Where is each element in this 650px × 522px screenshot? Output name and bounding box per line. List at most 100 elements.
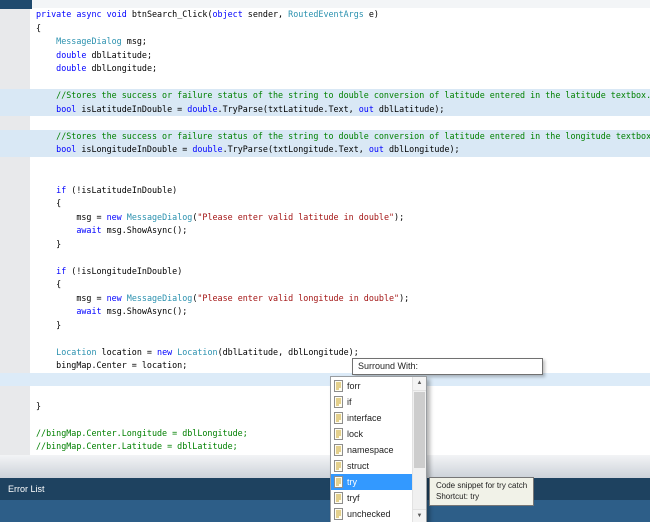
code-token: MessageDialog [56, 36, 122, 46]
snippet-item-label: tryf [347, 493, 360, 503]
code-line[interactable]: //Stores the success or failure status o… [0, 129, 650, 143]
code-line[interactable]: { [0, 197, 650, 211]
snippet-item-interface[interactable]: interface [331, 410, 413, 426]
code-line[interactable]: private async void btnSearch_Click(objec… [0, 8, 650, 22]
code-line[interactable]: if (!isLatitudeInDouble) [0, 184, 650, 198]
snippet-item-struct[interactable]: struct [331, 458, 413, 474]
code-line[interactable] [0, 251, 650, 265]
code-token: Location [56, 346, 97, 357]
code-line[interactable]: bool isLatitudeInDouble = double.TryPars… [0, 102, 650, 116]
code-token: new [106, 211, 122, 222]
code-token: } [36, 400, 42, 411]
code-token: dblLatitude); [373, 103, 445, 114]
code-token: async [76, 9, 102, 19]
code-line[interactable]: msg = new MessageDialog("Please enter va… [0, 292, 650, 306]
snippet-list[interactable]: forr if interface lock namespace struct try try… [330, 376, 427, 522]
snippet-item-label: if [347, 397, 352, 407]
code-token: RoutedEventArgs [288, 9, 364, 19]
code-line[interactable] [0, 386, 650, 400]
code-token: { [36, 22, 42, 33]
code-token: "Please enter valid longitude in double" [197, 292, 400, 303]
code-line[interactable] [0, 372, 650, 386]
code-line[interactable] [0, 157, 650, 171]
snippet-item-try[interactable]: try [331, 474, 413, 490]
code-line[interactable]: { [0, 22, 650, 36]
snippet-item-lock[interactable]: lock [331, 426, 413, 442]
code-token: msg.ShowAsync(); [101, 306, 188, 316]
snippet-icon [333, 508, 344, 520]
tooltip-description: Code snippet for try catch [436, 481, 528, 490]
code-line[interactable]: await msg.ShowAsync(); [0, 224, 650, 238]
code-token: ); [399, 292, 410, 303]
code-token: dblLatitude; [86, 49, 152, 60]
code-line[interactable]: Location location = new Location(dblLati… [0, 346, 650, 360]
surround-with-label: Surround With: [352, 358, 543, 375]
code-editor[interactable]: private async void btnSearch_Click(objec… [0, 0, 650, 455]
snippet-item-tryf[interactable]: tryf [331, 490, 413, 506]
code-line[interactable]: //bingMap.Center.Latitude = dblLatitude; [0, 440, 650, 454]
code-token: } [36, 319, 62, 330]
code-token: e) [363, 9, 379, 19]
code-token: isLongitudeInDouble = [76, 144, 193, 154]
code-token: double [187, 103, 218, 114]
code-line[interactable]: msg = new MessageDialog("Please enter va… [0, 211, 650, 225]
snippet-icon [333, 380, 344, 392]
code-token: await [76, 225, 102, 235]
code-token: msg = [36, 211, 107, 222]
code-token: //bingMap.Center.Latitude = dblLatitude; [36, 441, 238, 451]
code-token: new [106, 292, 122, 303]
code-line[interactable] [0, 332, 650, 346]
scroll-down-arrow-icon[interactable]: ▼ [413, 509, 426, 522]
scrollbar-thumb[interactable] [414, 392, 425, 468]
code-token: ); [394, 211, 405, 222]
code-line[interactable]: //Stores the success or failure status o… [0, 89, 650, 103]
code-token: (!isLatitudeInDouble) [66, 184, 178, 195]
snippet-item-unchecked[interactable]: unchecked [331, 506, 413, 522]
code-token: msg; [121, 36, 147, 46]
code-line[interactable]: } [0, 238, 650, 252]
error-list-panel-header[interactable]: Error List [0, 478, 650, 500]
code-line[interactable] [0, 413, 650, 427]
status-bar [0, 500, 650, 522]
code-line[interactable]: bingMap.Center = location; [0, 359, 650, 373]
code-line[interactable]: await msg.ShowAsync(); [0, 305, 650, 319]
code-line[interactable]: { [0, 278, 650, 292]
code-line[interactable]: } [0, 319, 650, 333]
code-line[interactable] [0, 170, 650, 184]
code-line[interactable] [0, 76, 650, 90]
snippet-list-scrollbar[interactable]: ▲ ▼ [412, 377, 426, 522]
code-line[interactable]: //bingMap.Center.Longitude = dblLongitud… [0, 427, 650, 441]
code-token: if [56, 265, 67, 276]
code-token: sender, [242, 9, 289, 19]
code-token: object [212, 9, 243, 19]
snippet-item-forr[interactable]: forr [331, 378, 413, 394]
snippet-tooltip: Code snippet for try catch Shortcut: try [429, 477, 535, 506]
tooltip-shortcut: Shortcut: try [436, 492, 480, 501]
snippet-item-namespace[interactable]: namespace [331, 442, 413, 458]
code-token: dblLongitude); [383, 144, 460, 154]
code-line[interactable]: bool isLongitudeInDouble = double.TryPar… [0, 143, 650, 157]
snippet-icon [333, 396, 344, 408]
snippet-item-label: lock [347, 429, 364, 439]
code-line[interactable]: if (!isLongitudeInDouble) [0, 265, 650, 279]
code-line[interactable]: MessageDialog msg; [0, 35, 650, 49]
code-token: if [56, 184, 67, 195]
code-line[interactable]: double dblLongitude; [0, 62, 650, 76]
snippet-item-if[interactable]: if [331, 394, 413, 410]
code-token: //Stores the success or failure status o… [36, 130, 650, 141]
code-token: MessageDialog [126, 292, 193, 303]
code-token: msg = [36, 292, 107, 303]
code-token: await [76, 306, 102, 316]
code-line[interactable] [0, 116, 650, 130]
code-token: (!isLongitudeInDouble) [66, 265, 183, 276]
snippet-item-label: interface [347, 413, 382, 423]
code-token: double [56, 63, 87, 73]
snippet-item-label: struct [347, 461, 370, 471]
code-line[interactable]: double dblLatitude; [0, 49, 650, 63]
code-line[interactable]: } [0, 400, 650, 414]
scroll-up-arrow-icon[interactable]: ▲ [413, 377, 426, 391]
